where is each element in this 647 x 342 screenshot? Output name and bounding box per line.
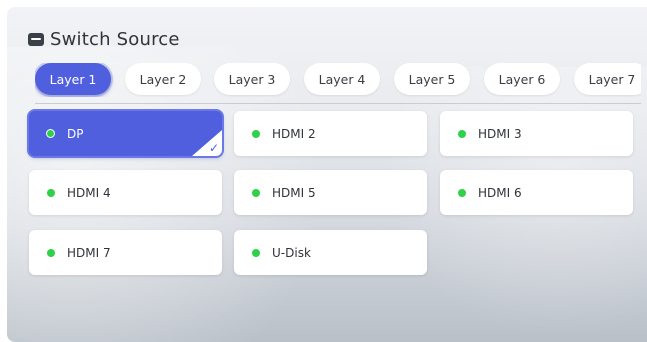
source-grid: DP ✓ HDMI 2 HDMI 3 HDMI 4 HDMI 5 HDMI 6 … bbox=[7, 7, 647, 342]
source-card-udisk[interactable]: U-Disk bbox=[234, 230, 427, 275]
status-dot bbox=[252, 129, 260, 138]
source-label: HDMI 3 bbox=[478, 126, 522, 141]
source-card-hdmi3[interactable]: HDMI 3 bbox=[440, 111, 633, 156]
status-dot bbox=[47, 188, 55, 197]
status-dot bbox=[47, 248, 55, 257]
source-label: HDMI 6 bbox=[478, 185, 522, 200]
status-dot bbox=[458, 188, 466, 197]
source-card-hdmi4[interactable]: HDMI 4 bbox=[29, 170, 222, 215]
source-label: HDMI 5 bbox=[272, 185, 316, 200]
source-label: HDMI 7 bbox=[67, 245, 111, 260]
switch-source-panel: Switch Source Layer 1 Layer 2 Layer 3 La… bbox=[7, 7, 647, 342]
source-label: DP bbox=[67, 126, 84, 141]
status-dot bbox=[252, 188, 260, 197]
source-label: HDMI 4 bbox=[67, 185, 111, 200]
source-label: U-Disk bbox=[272, 245, 311, 260]
source-card-dp[interactable]: DP ✓ bbox=[29, 111, 222, 156]
status-dot bbox=[458, 129, 466, 138]
status-dot bbox=[252, 248, 260, 257]
source-card-hdmi7[interactable]: HDMI 7 bbox=[29, 230, 222, 275]
source-card-hdmi5[interactable]: HDMI 5 bbox=[234, 170, 427, 215]
check-icon: ✓ bbox=[208, 141, 219, 155]
source-label: HDMI 2 bbox=[272, 126, 316, 141]
source-card-hdmi6[interactable]: HDMI 6 bbox=[440, 170, 633, 215]
status-dot bbox=[46, 129, 55, 138]
source-card-hdmi2[interactable]: HDMI 2 bbox=[234, 111, 427, 156]
